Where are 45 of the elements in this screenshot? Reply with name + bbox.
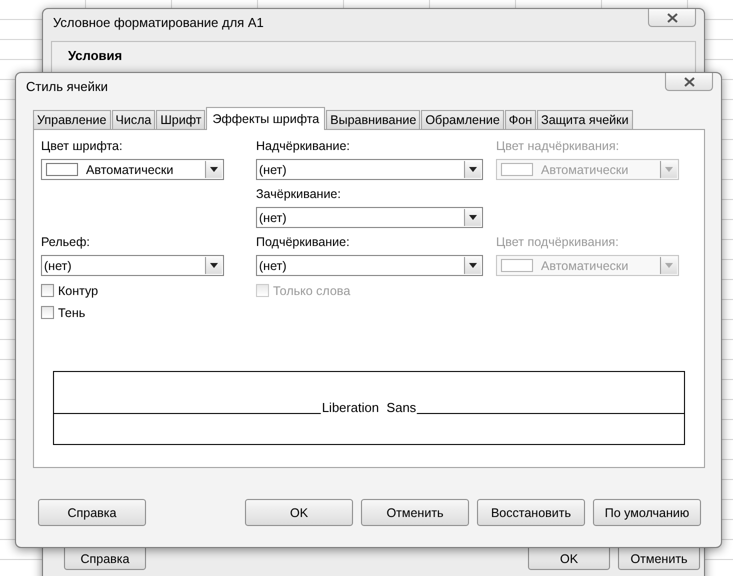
dropdown[interactable]: (нет) <box>256 207 483 228</box>
field-label: Подчёркивание: <box>256 234 351 250</box>
tab[interactable]: Шрифт <box>156 110 206 129</box>
field-label: Зачёркивание: <box>256 186 342 202</box>
field-label: Цвет шрифта: <box>41 138 124 154</box>
close-icon <box>666 12 678 22</box>
dialog-button[interactable]: По умолчанию <box>593 499 701 526</box>
caret-icon <box>210 263 218 268</box>
help-button[interactable]: Справка <box>38 499 146 526</box>
color-swatch <box>46 163 78 176</box>
caret-icon <box>665 167 673 172</box>
field-label: Цвет надчёркивания: <box>496 138 620 154</box>
field-label: Надчёркивание: <box>256 138 351 154</box>
close-button[interactable] <box>648 9 696 27</box>
tab[interactable]: Эффекты шрифта <box>206 107 326 130</box>
dropdown[interactable]: (нет) <box>256 159 483 180</box>
dropdown[interactable]: (нет) <box>41 255 224 276</box>
dialog-button[interactable]: Восстановить <box>477 499 585 526</box>
dropdown[interactable]: Автоматически <box>41 159 224 180</box>
window-title: Условное форматирование для A1 <box>53 15 264 30</box>
tab[interactable]: Обрамление <box>421 110 504 129</box>
dropdown[interactable]: (нет) <box>256 255 483 276</box>
section-title: Условия <box>68 48 124 63</box>
caret-icon <box>469 215 477 220</box>
dialog-button[interactable]: OK <box>245 499 353 526</box>
field-label: Рельеф: <box>41 234 91 250</box>
checkbox[interactable]: Тень <box>41 304 256 321</box>
tab[interactable]: Защита ячейки <box>537 110 633 129</box>
preview-text: Liberation Sans <box>320 400 418 415</box>
color-swatch <box>501 259 533 272</box>
tab[interactable]: Числа <box>112 110 156 129</box>
checkbox[interactable]: Контур <box>41 282 256 299</box>
caret-icon <box>210 167 218 172</box>
caret-icon <box>469 263 477 268</box>
caret-icon <box>469 167 477 172</box>
tab[interactable]: Управление <box>33 110 110 129</box>
color-swatch <box>501 163 533 176</box>
close-icon <box>684 76 694 86</box>
dialog-button[interactable]: Отменить <box>361 499 469 526</box>
window-title: Стиль ячейки <box>26 79 108 94</box>
tab[interactable]: Фон <box>504 110 536 129</box>
tab[interactable]: Выравнивание <box>326 110 420 129</box>
field-label: Цвет подчёркивания: <box>496 234 620 250</box>
caret-icon <box>665 263 673 268</box>
close-button[interactable] <box>665 73 713 91</box>
